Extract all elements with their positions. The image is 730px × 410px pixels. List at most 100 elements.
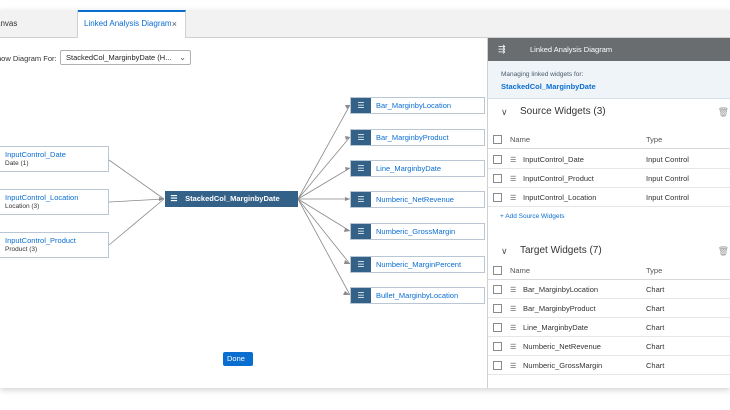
source-node-sub: Date (1) [5,160,29,167]
target-node[interactable]: ☰ Numberic_MarginPercent [350,256,485,273]
chart-icon: ☰ [510,363,517,370]
target-node-label: Numberic_NetRevenue [376,195,454,204]
chart-icon: ☰ [170,194,178,203]
row-type: Chart [646,361,665,370]
select-all-checkbox[interactable] [493,266,502,275]
table-row[interactable]: ☰ Bar_MarginbyProduct Chart [488,299,730,318]
row-checkbox[interactable] [493,155,502,164]
link-line [297,198,351,232]
trash-icon[interactable]: 🗑 [718,101,729,123]
table-row[interactable]: ☰ Numberic_NetRevenue Chart [488,337,730,356]
table-row[interactable]: ☰ InputControl_Date Input Control [488,150,730,169]
row-type: Chart [646,285,665,294]
table-row[interactable]: ☰ Bar_MarginbyLocation Chart [488,280,730,299]
tab-canvas[interactable]: anvas [0,10,78,38]
source-widgets-title: Source Widgets (3) [520,106,606,117]
link-line [297,104,351,200]
column-name: Name [510,266,531,275]
source-node-sub: Product (3) [5,246,38,253]
panel-title: Linked Analysis Diagram [530,45,613,54]
source-node-location[interactable]: InputControl_Location Location (3) [0,189,109,215]
source-node-date[interactable]: InputControl_Date Date (1) [0,146,109,172]
diagram-canvas: how Diagram For: StackedCol_MarginbyDate… [0,38,487,388]
target-node[interactable]: ☰ Numberic_NetRevenue [350,191,485,208]
link-line [108,198,165,203]
row-checkbox[interactable] [493,174,502,183]
target-node-label: Bar_MarginbyProduct [376,133,449,142]
target-node[interactable]: ☰ Bullet_MarginbyLocation [350,287,485,304]
source-node-title: InputControl_Date [5,150,66,159]
add-source-widgets-link[interactable]: + Add Source Widgets [500,213,565,220]
row-checkbox[interactable] [493,304,502,313]
row-checkbox[interactable] [493,342,502,351]
target-node[interactable]: ☰ Numberic_GrossMargin [350,223,485,240]
source-node-title: InputControl_Location [5,193,79,202]
link-line [297,167,351,200]
target-node-label: Line_MarginbyDate [376,164,442,173]
row-name: Numberic_NetRevenue [523,342,601,351]
target-node[interactable]: ☰ Bar_MarginbyLocation [350,97,485,114]
row-type: Chart [646,304,665,313]
row-type: Input Control [646,193,689,202]
row-type: Input Control [646,155,689,164]
target-widgets-section-header[interactable]: ∨ Target Widgets (7) 🗑 [488,240,730,262]
column-type: Type [646,266,663,275]
source-node-product[interactable]: InputControl_Product Product (3) [0,232,109,258]
table-row[interactable]: ☰ Numberic_GrossMargin Chart [488,356,730,375]
target-node-label: Numberic_GrossMargin [376,227,456,236]
source-widgets-section-header[interactable]: ∨ Source Widgets (3) 🗑 [488,101,730,123]
target-node-label: Bullet_MarginbyLocation [376,291,459,300]
source-node-title: InputControl_Product [5,236,76,245]
link-line [297,136,351,200]
row-name: InputControl_Product [523,174,594,183]
row-checkbox[interactable] [493,323,502,332]
chart-icon: ☰ [510,287,517,294]
target-table-header: Name Type [488,261,730,280]
target-widgets-title: Target Widgets (7) [520,245,602,256]
chart-icon: ☰ [351,98,371,113]
app-window: anvas Linked Analysis Diagram × how Diag… [0,10,730,388]
target-node[interactable]: ☰ Bar_MarginbyProduct [350,129,485,146]
chart-icon: ☰ [351,257,371,272]
row-name: InputControl_Date [523,155,584,164]
table-row[interactable]: ☰ Line_MarginbyDate Chart [488,318,730,337]
screen: anvas Linked Analysis Diagram × how Diag… [0,0,730,410]
row-name: InputControl_Location [523,193,597,202]
table-row[interactable]: ☰ InputControl_Location Input Control [488,188,730,207]
link-line [108,159,165,200]
row-name: Numberic_GrossMargin [523,361,603,370]
chart-icon: ☰ [510,344,517,351]
source-node-sub: Location (3) [5,203,40,210]
target-node[interactable]: ☰ Line_MarginbyDate [350,160,485,177]
chart-icon: ☰ [351,288,371,303]
row-name: Bar_MarginbyProduct [523,304,596,313]
linked-analysis-panel: ⇶ Linked Analysis Diagram Managing linke… [487,38,730,388]
target-node-label: Bar_MarginbyLocation [376,101,452,110]
managing-widget-name: StackedCol_MarginbyDate [501,82,596,91]
input-control-icon: ☰ [510,195,517,202]
row-name: Line_MarginbyDate [523,323,589,332]
tab-linked-analysis-diagram[interactable]: Linked Analysis Diagram × [78,10,186,39]
input-control-icon: ☰ [510,157,517,164]
row-checkbox[interactable] [493,193,502,202]
chevron-down-icon: ∨ [501,107,508,117]
row-checkbox[interactable] [493,285,502,294]
link-line [297,198,351,296]
row-checkbox[interactable] [493,361,502,370]
chart-icon: ☰ [351,130,371,145]
select-all-checkbox[interactable] [493,135,502,144]
column-name: Name [510,135,531,144]
trash-icon[interactable]: 🗑 [718,240,729,262]
chart-icon: ☰ [510,306,517,313]
panel-header: ⇶ Linked Analysis Diagram [488,38,730,61]
table-row[interactable]: ☰ InputControl_Product Input Control [488,169,730,188]
row-type: Chart [646,342,665,351]
done-button[interactable]: Done [223,352,253,366]
chart-icon: ☰ [351,161,371,176]
row-type: Input Control [646,174,689,183]
center-node[interactable]: ☰ StackedCol_MarginbyDate [165,191,298,207]
close-icon[interactable]: × [172,12,177,36]
tab-canvas-label: anvas [0,19,18,28]
source-table-header: Name Type [488,130,730,149]
tab-label: Linked Analysis Diagram [84,19,172,28]
